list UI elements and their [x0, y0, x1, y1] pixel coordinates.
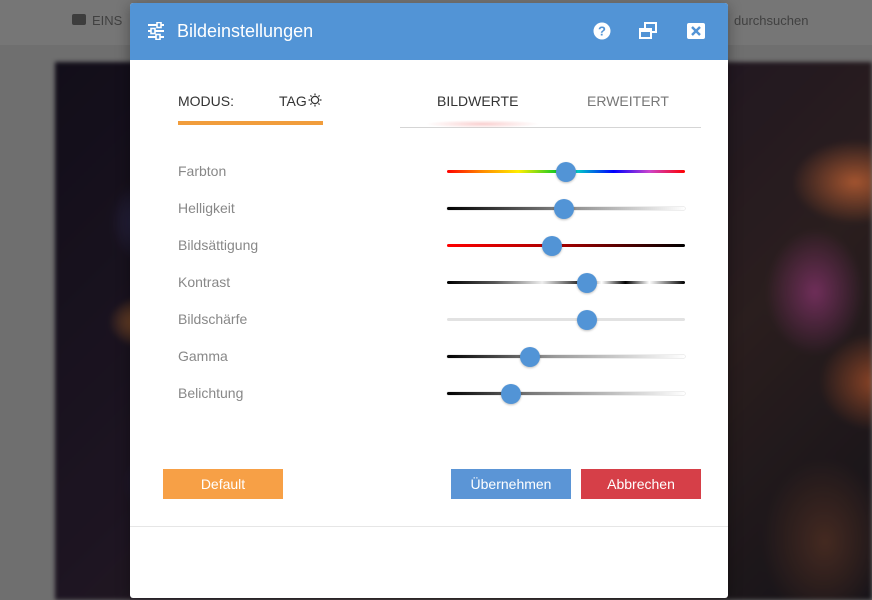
- saturation-slider-thumb[interactable]: [541, 236, 562, 256]
- hue-slider-track[interactable]: [447, 162, 685, 182]
- dialog-title: Bildeinstellungen: [177, 21, 314, 41]
- hue-slider-thumb[interactable]: [556, 162, 576, 182]
- slider-label: Belichtung: [178, 385, 244, 401]
- slider-label: Bildsättigung: [178, 237, 259, 253]
- default-button[interactable]: Default: [163, 469, 283, 499]
- gamma-slider-track[interactable]: [447, 347, 685, 367]
- mode-label: MODUS:: [178, 93, 234, 109]
- sun-icon: [308, 93, 322, 107]
- mode-selector[interactable]: MODUS: TAG: [178, 93, 323, 128]
- slider-row-exposure: Belichtung: [178, 384, 688, 415]
- sliders-icon: [148, 22, 164, 40]
- close-icon[interactable]: [686, 21, 706, 41]
- sharpness-slider-track[interactable]: [447, 310, 685, 330]
- brightness-slider-thumb[interactable]: [553, 199, 574, 219]
- contrast-slider-track[interactable]: [447, 273, 685, 293]
- slider-row-hue: Farbton: [178, 162, 688, 193]
- tab-erweitert[interactable]: ERWEITERT: [587, 93, 669, 109]
- restore-window-icon[interactable]: [638, 21, 658, 41]
- tab-bildwerte[interactable]: BILDWERTE: [437, 93, 518, 109]
- dialog-header: Bildeinstellungen ?: [130, 3, 728, 60]
- brightness-slider-track[interactable]: [447, 199, 685, 219]
- cancel-button[interactable]: Abbrechen: [581, 469, 701, 499]
- slider-label: Helligkeit: [178, 200, 235, 216]
- slider-label: Bildschärfe: [178, 311, 248, 327]
- image-settings-dialog: Bildeinstellungen ? MODUS: TAG BILDWERTE…: [130, 3, 728, 598]
- saturation-slider-track[interactable]: [447, 236, 685, 256]
- svg-text:?: ?: [598, 24, 606, 39]
- slider-row-contrast: Kontrast: [178, 273, 688, 304]
- slider-label: Kontrast: [178, 274, 231, 290]
- tab-active-indicator: [425, 120, 540, 128]
- slider-row-sharpness: Bildschärfe: [178, 310, 688, 341]
- help-icon[interactable]: ?: [592, 21, 612, 41]
- divider: [130, 526, 728, 527]
- mode-value[interactable]: TAG: [279, 93, 307, 109]
- sharpness-slider-thumb[interactable]: [577, 310, 598, 330]
- slider-row-saturation: Bildsättigung: [178, 236, 688, 267]
- contrast-slider-thumb[interactable]: [577, 273, 598, 293]
- slider-label: Farbton: [178, 163, 227, 179]
- exposure-slider-track[interactable]: [447, 384, 685, 404]
- apply-button[interactable]: Übernehmen: [451, 469, 571, 499]
- exposure-slider-thumb[interactable]: [501, 384, 522, 404]
- tab-bar: BILDWERTE ERWEITERT: [400, 93, 701, 128]
- slider-label: Gamma: [178, 348, 228, 364]
- mode-underline: [178, 121, 323, 125]
- gamma-slider-thumb[interactable]: [520, 347, 541, 367]
- slider-row-gamma: Gamma: [178, 347, 688, 378]
- slider-row-brightness: Helligkeit: [178, 199, 688, 230]
